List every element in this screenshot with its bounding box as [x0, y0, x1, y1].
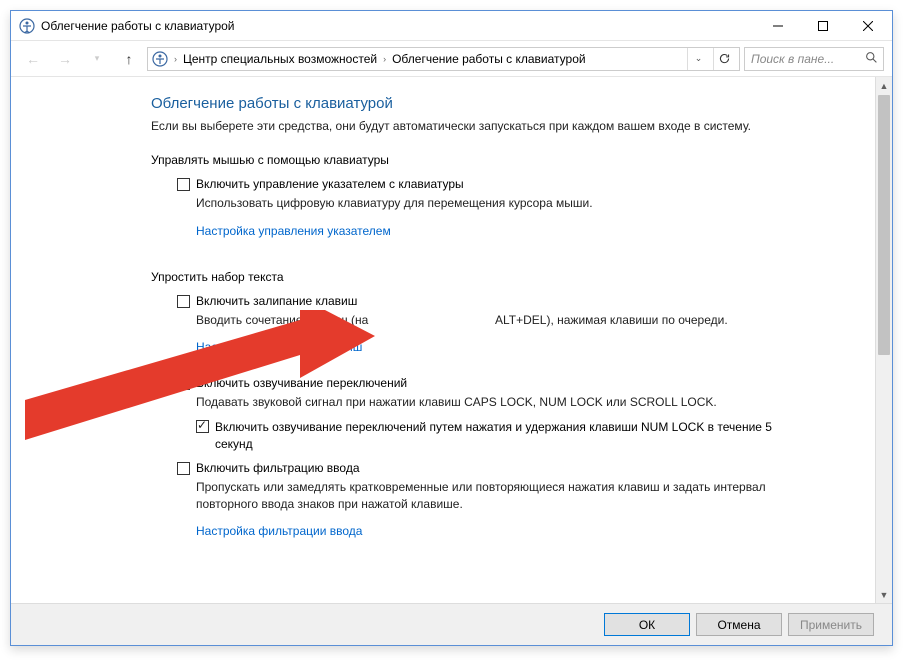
breadcrumb[interactable]: › Центр специальных возможностей › Облег…: [147, 47, 740, 71]
checkbox-icon: [177, 377, 190, 390]
scroll-up-arrow[interactable]: ▲: [876, 77, 892, 94]
chevron-right-icon: ›: [174, 54, 177, 64]
ease-of-access-icon: [152, 51, 168, 67]
minimize-button[interactable]: [755, 12, 800, 40]
checkbox-icon: [177, 295, 190, 308]
breadcrumb-segment[interactable]: Облегчение работы с клавиатурой: [392, 52, 586, 66]
search-box[interactable]: [744, 47, 884, 71]
window: Облегчение работы с клавиатурой ← → ▾ ↑ …: [10, 10, 893, 646]
checkbox-label: Включить озвучивание переключений путем …: [215, 419, 775, 453]
recent-dropdown[interactable]: ▾: [83, 45, 111, 73]
breadcrumb-segment[interactable]: Центр специальных возможностей: [183, 52, 377, 66]
enable-mouse-keys-checkbox[interactable]: Включить управление указателем с клавиат…: [177, 177, 865, 191]
checkbox-label: Включить озвучивание переключений: [196, 376, 407, 390]
checkbox-icon: [177, 462, 190, 475]
filter-keys-settings-link[interactable]: Настройка фильтрации ввода: [196, 524, 362, 538]
maximize-button[interactable]: [800, 12, 845, 40]
toggle-keys-desc: Подавать звуковой сигнал при нажатии кла…: [196, 394, 796, 411]
up-button[interactable]: ↑: [115, 45, 143, 73]
content: Облегчение работы с клавиатурой Если вы …: [11, 77, 875, 603]
checkbox-icon: [177, 178, 190, 191]
sticky-keys-desc: Вводить сочетание клавиш (на ALT+DEL), н…: [196, 312, 796, 329]
scrollbar-thumb[interactable]: [878, 95, 890, 355]
back-button[interactable]: ←: [19, 45, 47, 73]
checkbox-label: Включить управление указателем с клавиат…: [196, 177, 464, 191]
navbar: ← → ▾ ↑ › Центр специальных возможностей…: [11, 41, 892, 77]
toggle-keys-numlock-checkbox[interactable]: Включить озвучивание переключений путем …: [196, 419, 865, 453]
close-button[interactable]: [845, 12, 890, 40]
filter-keys-checkbox[interactable]: Включить фильтрацию ввода: [177, 461, 865, 475]
enable-mouse-keys-desc: Использовать цифровую клавиатуру для пер…: [196, 195, 796, 212]
checkbox-icon: [196, 420, 209, 433]
chevron-right-icon: ›: [383, 54, 386, 64]
mouse-keys-settings-link[interactable]: Настройка управления указателем: [196, 224, 391, 238]
sticky-keys-settings-link[interactable]: Настройка залипания клавиш: [196, 340, 362, 354]
button-bar: ОК Отмена Применить: [11, 603, 892, 645]
section-typing-title: Упростить набор текста: [151, 270, 865, 284]
refresh-button[interactable]: [713, 48, 735, 70]
page-intro: Если вы выберете эти средства, они будут…: [151, 118, 771, 135]
ok-button[interactable]: ОК: [604, 613, 690, 636]
filter-keys-desc: Пропускать или замедлять кратковременные…: [196, 479, 796, 513]
checkbox-label: Включить фильтрацию ввода: [196, 461, 360, 475]
window-title: Облегчение работы с клавиатурой: [41, 19, 755, 33]
checkbox-label: Включить залипание клавиш: [196, 294, 357, 308]
search-input[interactable]: [749, 51, 865, 67]
page-heading: Облегчение работы с клавиатурой: [151, 95, 865, 112]
ease-of-access-icon: [19, 18, 35, 34]
search-icon: [865, 51, 879, 67]
section-mouse-title: Управлять мышью с помощью клавиатуры: [151, 153, 865, 167]
toggle-keys-checkbox[interactable]: Включить озвучивание переключений: [177, 376, 865, 390]
content-area: Облегчение работы с клавиатурой Если вы …: [11, 77, 892, 603]
vertical-scrollbar[interactable]: ▲ ▼: [875, 77, 892, 603]
titlebar: Облегчение работы с клавиатурой: [11, 11, 892, 41]
apply-button[interactable]: Применить: [788, 613, 874, 636]
scroll-down-arrow[interactable]: ▼: [876, 586, 892, 603]
sticky-keys-checkbox[interactable]: Включить залипание клавиш: [177, 294, 865, 308]
cancel-button[interactable]: Отмена: [696, 613, 782, 636]
forward-button[interactable]: →: [51, 45, 79, 73]
breadcrumb-dropdown[interactable]: ⌄: [687, 48, 709, 70]
